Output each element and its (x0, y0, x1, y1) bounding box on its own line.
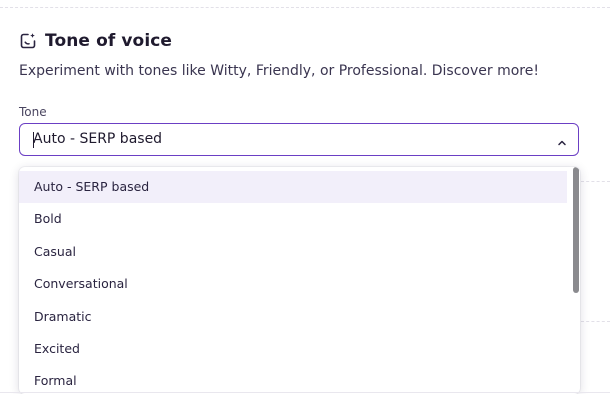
sparkle-edit-icon (19, 32, 37, 50)
text-cursor (33, 132, 34, 148)
section-divider-top (0, 7, 610, 8)
dropdown-option-casual[interactable]: Casual (19, 236, 567, 268)
section-header: Tone of voice (19, 31, 172, 51)
section-divider-right (581, 321, 610, 322)
dropdown-option-excited[interactable]: Excited (19, 333, 567, 365)
tone-dropdown-menu: Auto - SERP based Bold Casual Conversati… (19, 167, 580, 394)
scrollbar-thumb[interactable] (573, 167, 579, 293)
chevron-up-icon[interactable] (556, 134, 568, 146)
dropdown-scrollbar[interactable] (572, 167, 580, 394)
section-title: Tone of voice (45, 31, 173, 51)
tone-select-value[interactable]: Auto - SERP based (33, 131, 162, 147)
dropdown-option-formal[interactable]: Formal (19, 365, 567, 394)
dropdown-option-dramatic[interactable]: Dramatic (19, 301, 567, 333)
bottom-border (0, 392, 610, 393)
dropdown-option-auto-serp[interactable]: Auto - SERP based (19, 171, 567, 203)
dropdown-option-conversational[interactable]: Conversational (19, 268, 567, 300)
section-description: Experiment with tones like Witty, Friend… (19, 63, 539, 79)
tone-select[interactable]: Auto - SERP based (19, 123, 579, 156)
section-divider-right (581, 181, 610, 182)
tone-label: Tone (19, 105, 47, 119)
dropdown-option-bold[interactable]: Bold (19, 203, 567, 235)
